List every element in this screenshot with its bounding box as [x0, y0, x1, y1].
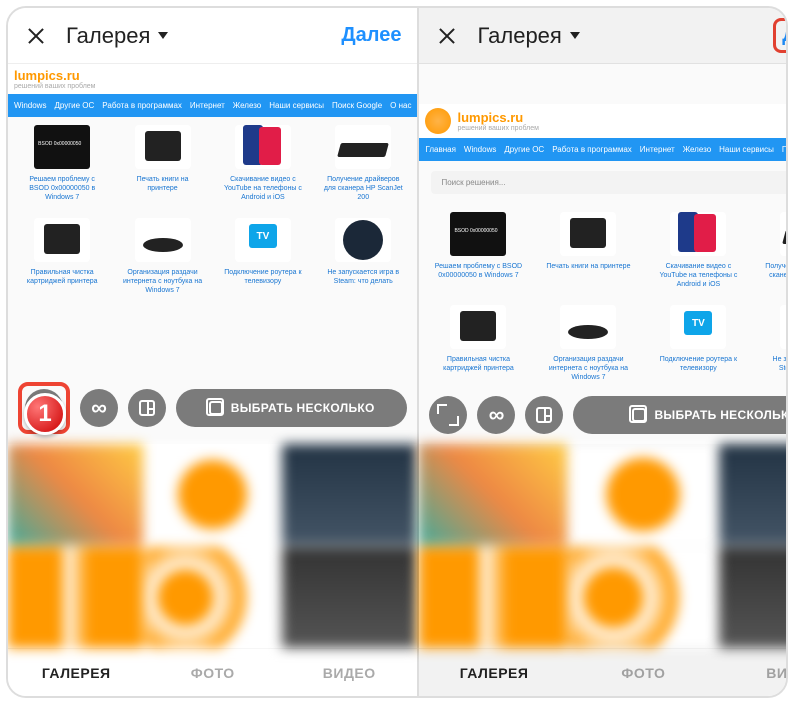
tab-video[interactable]: ВИДЕО: [718, 649, 788, 696]
tab-gallery[interactable]: ГАЛЕРЕЯ: [419, 649, 568, 696]
collage-icon: [536, 407, 552, 423]
select-multiple-button[interactable]: ВЫБРАТЬ НЕСКОЛЬКО: [573, 396, 788, 434]
close-icon[interactable]: [435, 24, 459, 48]
expand-crop-button[interactable]: [429, 396, 467, 434]
image-preview[interactable]: lumpics.ru решений ваших проблем Windows…: [8, 64, 417, 444]
infinity-icon: ∞: [489, 402, 505, 428]
select-multiple-button[interactable]: ВЫБРАТЬ НЕСКОЛЬКО: [176, 389, 407, 427]
tab-photo[interactable]: ФОТО: [569, 649, 718, 696]
boomerang-button[interactable]: ∞: [477, 396, 515, 434]
select-multiple-label: ВЫБРАТЬ НЕСКОЛЬКО: [231, 401, 375, 415]
header: Галерея Далее: [419, 8, 788, 64]
gallery-grid[interactable]: [419, 444, 788, 648]
header-title: Галерея: [66, 23, 150, 49]
bottom-tabs: ГАЛЕРЕЯ ФОТО ВИДЕО: [8, 648, 417, 696]
preview-controls: ∞ ВЫБРАТЬ НЕСКОЛЬКО: [429, 396, 788, 434]
collage-icon: [139, 400, 155, 416]
step-badge-1: 1: [24, 393, 66, 435]
header-title: Галерея: [477, 23, 561, 49]
site-tagline: решений ваших проблем: [457, 125, 539, 132]
gallery-grid[interactable]: [8, 444, 417, 648]
next-button[interactable]: Далее: [341, 24, 401, 47]
stack-icon: [209, 401, 223, 415]
tab-video[interactable]: ВИДЕО: [281, 649, 417, 696]
site-menubar: ГлавнаяWindowsДругие OCРабота в программ…: [419, 138, 788, 161]
close-icon[interactable]: [24, 24, 48, 48]
site-logo: lumpics.ru: [457, 110, 539, 125]
infinity-icon: ∞: [91, 395, 107, 421]
chevron-down-icon: [570, 32, 580, 39]
gallery-source-dropdown[interactable]: Галерея: [477, 23, 579, 49]
header: Галерея Далее: [8, 8, 417, 64]
image-preview[interactable]: lumpics.ru решений ваших проблем Главная…: [419, 64, 788, 444]
tab-photo[interactable]: ФОТО: [144, 649, 280, 696]
gallery-source-dropdown[interactable]: Галерея: [66, 23, 168, 49]
site-tagline: решений ваших проблем: [14, 83, 411, 90]
next-button[interactable]: Далее: [773, 18, 788, 53]
bottom-tabs: ГАЛЕРЕЯ ФОТО ВИДЕО: [419, 648, 788, 696]
pane-right: Галерея Далее 2 lumpics.ru решений ваших…: [419, 8, 788, 696]
expand-icon: [439, 406, 457, 424]
stack-icon: [632, 408, 646, 422]
collage-button[interactable]: [128, 389, 166, 427]
select-multiple-label: ВЫБРАТЬ НЕСКОЛЬКО: [654, 408, 788, 422]
boomerang-button[interactable]: ∞: [80, 389, 118, 427]
tab-gallery[interactable]: ГАЛЕРЕЯ: [8, 649, 144, 696]
collage-button[interactable]: [525, 396, 563, 434]
pane-left: Галерея Далее lumpics.ru решений ваших п…: [8, 8, 417, 696]
preview-controls: ∞ ВЫБРАТЬ НЕСКОЛЬКО: [18, 382, 407, 434]
chevron-down-icon: [158, 32, 168, 39]
site-search: Поиск решения...: [431, 171, 788, 194]
site-menubar: WindowsДругие OCРабота в программахИнтер…: [8, 94, 417, 117]
site-logo: lumpics.ru: [14, 68, 411, 83]
